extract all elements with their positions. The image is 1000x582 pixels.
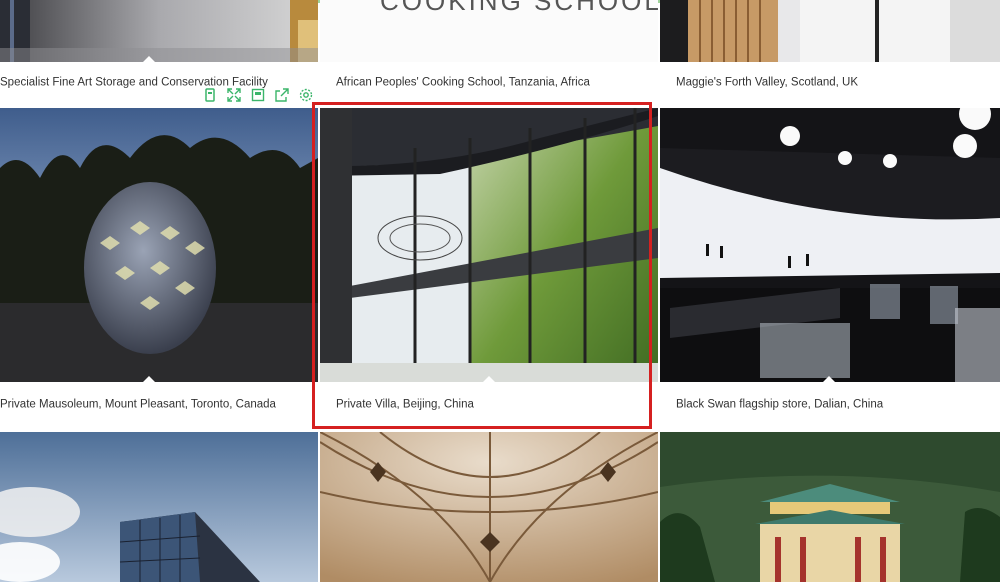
project-caption: African Peoples' Cooking School, Tanzani… bbox=[320, 62, 658, 104]
project-image-palace-museum bbox=[660, 432, 1000, 582]
project-card-glass-building[interactable] bbox=[0, 432, 318, 582]
project-card-black-swan[interactable]: Black Swan flagship store, Dalian, China bbox=[660, 108, 1000, 428]
save-icon[interactable] bbox=[251, 88, 265, 102]
project-card-maggies[interactable]: Maggie's Forth Valley, Scotland, UK bbox=[660, 0, 1000, 104]
project-card-vaulted-ceiling[interactable] bbox=[320, 432, 658, 582]
project-card-mausoleum[interactable]: Private Mausoleum, Mount Pleasant, Toron… bbox=[0, 108, 318, 428]
cooking-school-sign: COOKING SCHOOL bbox=[380, 0, 658, 16]
bookmark-icon[interactable] bbox=[203, 88, 217, 102]
project-image-villa bbox=[320, 108, 658, 382]
caption-pointer bbox=[143, 56, 155, 62]
caption-text: Private Mausoleum, Mount Pleasant, Toron… bbox=[0, 398, 276, 411]
image-toolbar bbox=[203, 88, 313, 104]
settings-icon[interactable] bbox=[299, 88, 313, 102]
caption-text: African Peoples' Cooking School, Tanzani… bbox=[336, 76, 590, 89]
project-caption: Maggie's Forth Valley, Scotland, UK bbox=[660, 62, 1000, 104]
caption-pointer bbox=[823, 376, 835, 382]
project-image-cooking-school: COOKING SCHOOL bbox=[320, 0, 658, 62]
caption-text: Maggie's Forth Valley, Scotland, UK bbox=[676, 76, 859, 89]
project-image-maggies bbox=[660, 0, 1000, 62]
caption-text: Black Swan flagship store, Dalian, China bbox=[676, 398, 884, 411]
project-caption: Black Swan flagship store, Dalian, China bbox=[660, 382, 1000, 428]
project-card-cooking-school[interactable]: COOKING SCHOOL African Peoples' Cooking … bbox=[320, 0, 658, 104]
caption-pointer bbox=[483, 376, 495, 382]
project-caption: Private Villa, Beijing, China bbox=[320, 382, 658, 428]
project-image-vaulted-ceiling bbox=[320, 432, 658, 582]
share-icon[interactable] bbox=[275, 88, 289, 102]
project-image-mausoleum bbox=[0, 108, 318, 382]
caption-pointer bbox=[143, 376, 155, 382]
project-image-storage bbox=[0, 0, 318, 62]
expand-icon[interactable] bbox=[227, 88, 241, 102]
project-card-palace-museum[interactable] bbox=[660, 432, 1000, 582]
project-caption: Private Mausoleum, Mount Pleasant, Toron… bbox=[0, 382, 318, 428]
project-card-villa[interactable]: Private Villa, Beijing, China bbox=[320, 108, 658, 428]
caption-text: Private Villa, Beijing, China bbox=[336, 398, 474, 411]
project-image-glass-building bbox=[0, 432, 318, 582]
project-image-black-swan bbox=[660, 108, 1000, 382]
